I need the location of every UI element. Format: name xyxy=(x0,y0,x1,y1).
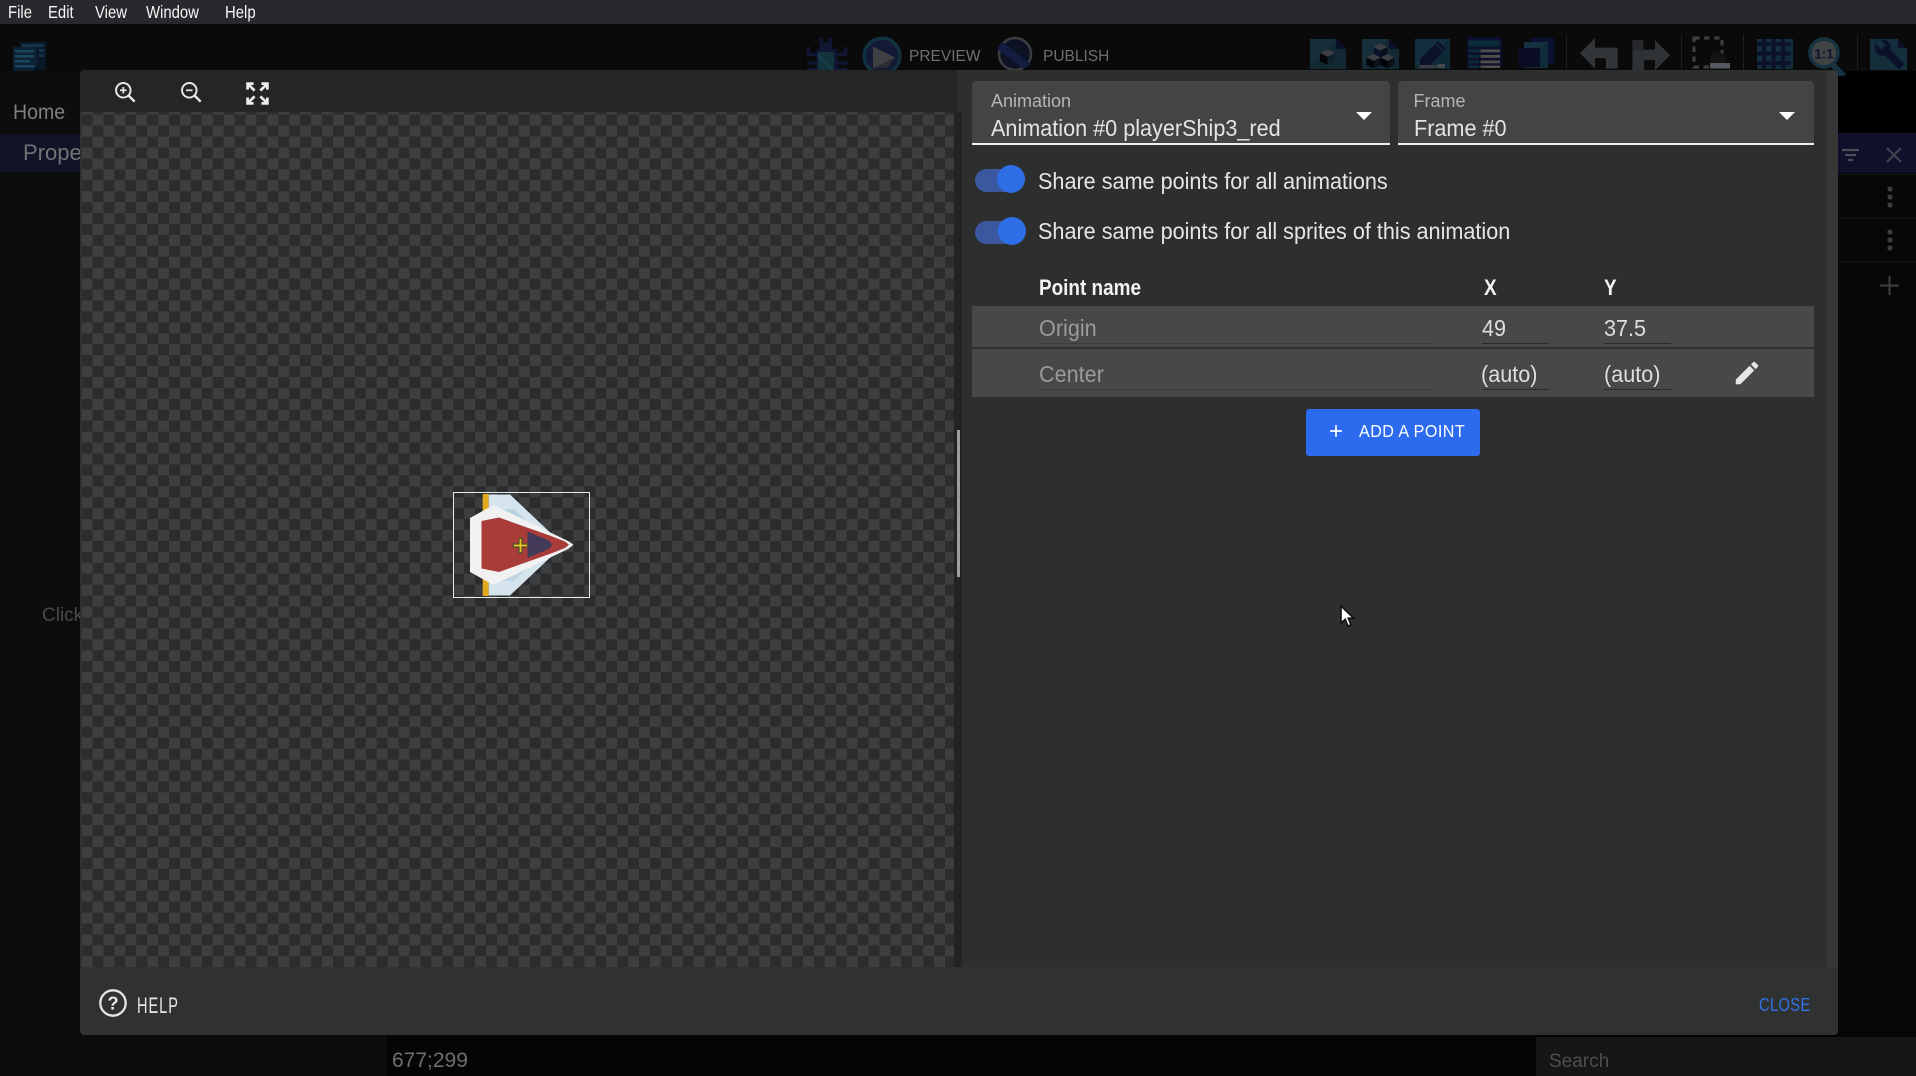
svg-text:1:1: 1:1 xyxy=(1814,47,1834,62)
svg-text:?: ? xyxy=(107,993,118,1014)
